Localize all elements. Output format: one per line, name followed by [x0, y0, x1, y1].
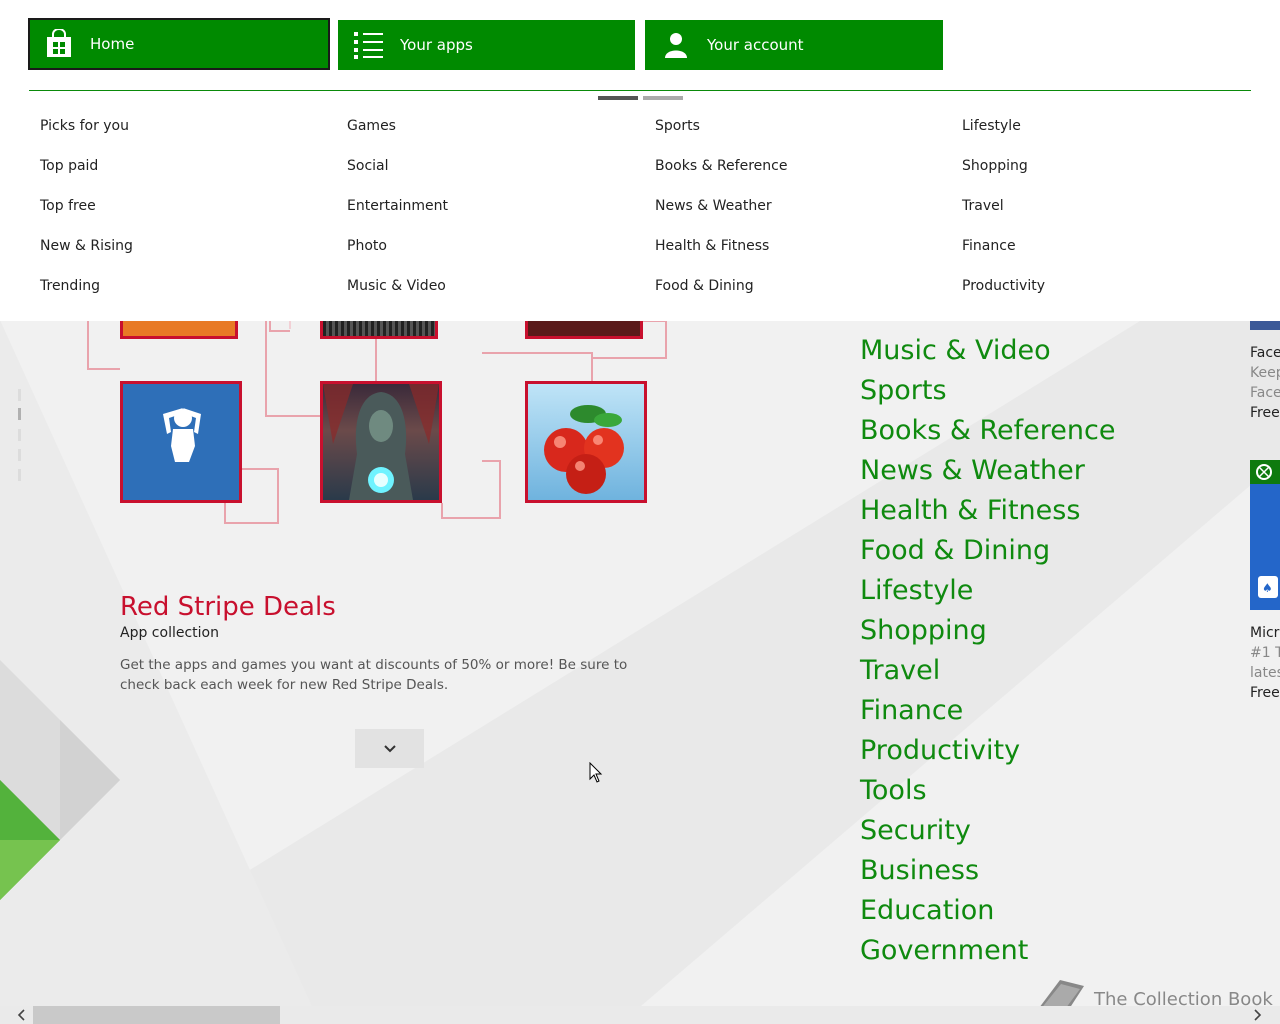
fitness-figure-icon [163, 408, 201, 462]
page-indicator-dot[interactable] [18, 429, 21, 441]
deal-collection-title[interactable]: Red Stripe Deals [120, 592, 336, 622]
scroll-right-button[interactable] [1249, 1006, 1267, 1024]
nav-category-link[interactable]: Top paid [40, 156, 133, 196]
right-app-desc: Face [1250, 385, 1280, 401]
page-indicator-dot[interactable] [18, 389, 21, 401]
nav-category-link[interactable]: Books & Reference [655, 156, 787, 196]
wizard-artwork [323, 384, 439, 500]
your-account-button[interactable]: Your account [645, 20, 943, 70]
nav-category-link[interactable]: Finance [962, 236, 1045, 276]
chevron-down-icon [383, 744, 396, 752]
nav-category-link[interactable]: Social [347, 156, 448, 196]
nav-category-link[interactable]: News & Weather [655, 196, 787, 236]
page-indicator-dot[interactable] [18, 449, 21, 461]
scrollbar-thumb[interactable] [33, 1006, 280, 1024]
right-app-title[interactable]: Face [1250, 345, 1280, 361]
right-app-title[interactable]: Micr [1250, 625, 1280, 641]
nav-category-link[interactable]: Music & Video [347, 276, 448, 316]
right-app-desc: Keep [1250, 365, 1280, 381]
nav-category-link[interactable]: Travel [962, 196, 1045, 236]
right-app-tile-1[interactable] [1250, 321, 1280, 330]
flyout-page-indicator-active[interactable] [598, 96, 638, 100]
nav-category-link[interactable]: New & Rising [40, 236, 133, 276]
xbox-icon [1256, 464, 1272, 480]
category-link[interactable]: Security [860, 811, 1115, 851]
expand-button[interactable] [355, 729, 424, 768]
nav-category-link[interactable]: Top free [40, 196, 133, 236]
category-link[interactable]: Business [860, 851, 1115, 891]
nav-category-link[interactable]: Picks for you [40, 116, 133, 156]
app-tile-fitness[interactable] [120, 381, 242, 503]
nav-category-column: Games Social Entertainment Photo Music &… [347, 116, 448, 316]
app-tile-wizard-game[interactable] [320, 381, 442, 503]
category-link[interactable]: Travel [860, 651, 1115, 691]
nav-category-link[interactable]: Lifestyle [962, 116, 1045, 156]
store-icon [44, 29, 74, 59]
deal-collection-subtitle: App collection [120, 625, 219, 641]
berries-artwork [544, 405, 624, 494]
nav-category-link[interactable]: Food & Dining [655, 276, 787, 316]
category-link[interactable]: Sports [860, 371, 1115, 411]
cursor-icon [589, 762, 603, 783]
scroll-left-icon [17, 1009, 25, 1021]
person-icon [661, 30, 691, 60]
deal-collection-description: Get the apps and games you want at disco… [120, 657, 628, 693]
category-link[interactable]: Tools [860, 771, 1115, 811]
xbox-badge [1250, 460, 1280, 484]
nav-category-link[interactable]: Health & Fitness [655, 236, 787, 276]
cards-icon: ♠ [1258, 576, 1278, 598]
right-app-price: Free [1250, 405, 1280, 421]
category-link[interactable]: Food & Dining [860, 531, 1115, 571]
flyout-page-indicator[interactable] [643, 96, 683, 100]
nav-category-column: Picks for you Top paid Top free New & Ri… [40, 116, 133, 316]
right-app-tile-2[interactable]: ♠ [1250, 460, 1280, 610]
nav-category-column: Sports Books & Reference News & Weather … [655, 116, 787, 316]
page-indicator-dot[interactable] [18, 469, 21, 481]
nav-category-link[interactable]: Trending [40, 276, 133, 316]
category-link[interactable]: Health & Fitness [860, 491, 1115, 531]
category-list: Music & Video Sports Books & Reference N… [860, 331, 1115, 971]
scroll-right-icon [1254, 1009, 1262, 1021]
nav-category-column: Lifestyle Shopping Travel Finance Produc… [962, 116, 1045, 316]
nav-category-link[interactable]: Productivity [962, 276, 1045, 316]
right-app-desc: #1 To [1250, 645, 1280, 661]
your-apps-button[interactable]: Your apps [338, 20, 635, 70]
category-link[interactable]: Books & Reference [860, 411, 1115, 451]
category-link[interactable]: Lifestyle [860, 571, 1115, 611]
right-app-desc: lates [1250, 665, 1280, 681]
scroll-left-button[interactable] [12, 1006, 30, 1024]
category-link[interactable]: Finance [860, 691, 1115, 731]
nav-category-link[interactable]: Sports [655, 116, 787, 156]
category-link[interactable]: Government [860, 931, 1115, 971]
nav-category-link[interactable]: Shopping [962, 156, 1045, 196]
page-indicator-dot-active[interactable] [18, 408, 21, 420]
app-tile-berries-game[interactable] [525, 381, 647, 503]
your-apps-label: Your apps [400, 36, 473, 54]
category-link[interactable]: Productivity [860, 731, 1115, 771]
nav-category-link[interactable]: Entertainment [347, 196, 448, 236]
home-button-label: Home [90, 35, 135, 53]
nav-category-link[interactable]: Games [347, 116, 448, 156]
home-button[interactable]: Home [28, 18, 330, 70]
category-link[interactable]: Music & Video [860, 331, 1115, 371]
nav-category-link[interactable]: Photo [347, 236, 448, 276]
nav-divider [29, 90, 1251, 91]
right-app-price: Free [1250, 685, 1280, 701]
category-link[interactable]: Education [860, 891, 1115, 931]
top-navigation-flyout: Home Your apps Your account Picks for yo… [0, 0, 1280, 321]
category-link[interactable]: News & Weather [860, 451, 1115, 491]
list-icon [354, 30, 384, 60]
category-link[interactable]: Shopping [860, 611, 1115, 651]
svg-text:♠: ♠ [1262, 581, 1273, 595]
your-account-label: Your account [707, 36, 804, 54]
